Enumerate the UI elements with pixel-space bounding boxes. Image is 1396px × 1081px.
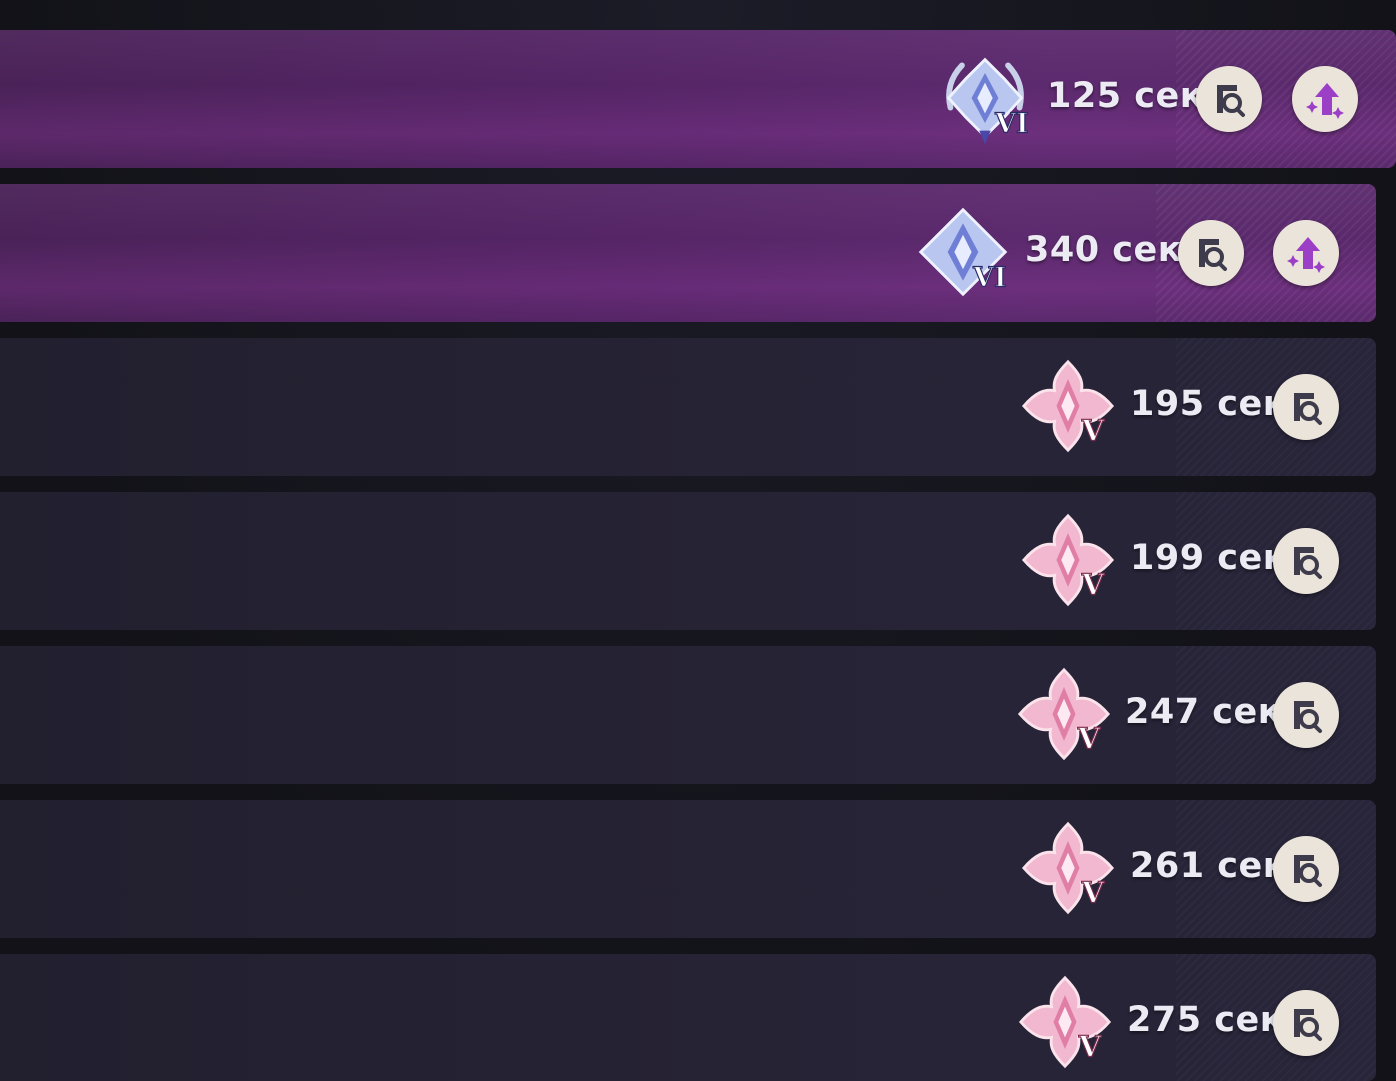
upgrade-button[interactable]: [1273, 220, 1339, 286]
silver-medal-icon: VI: [915, 204, 1011, 300]
tier-label: VI: [972, 263, 1006, 294]
record-row[interactable]: V 275 сек.: [0, 954, 1376, 1081]
tier-label: V: [1077, 722, 1101, 756]
record-row[interactable]: V 195 сек.: [0, 338, 1376, 476]
upgrade-button[interactable]: [1292, 66, 1358, 132]
view-details-button[interactable]: [1178, 220, 1244, 286]
view-details-button[interactable]: [1273, 374, 1339, 440]
pink-flower-medal-icon: V: [1020, 358, 1116, 454]
upgrade-arrow-icon: [1306, 83, 1344, 119]
record-row[interactable]: VI 125 сек.: [0, 30, 1396, 168]
pink-flower-medal-icon: V: [1020, 820, 1116, 916]
tier-label: V: [1081, 876, 1105, 910]
pink-flower-medal-icon: V: [1020, 512, 1116, 608]
tier-label: V: [1081, 568, 1105, 602]
view-details-icon: [1199, 239, 1227, 271]
view-details-button[interactable]: [1273, 990, 1339, 1056]
view-details-icon: [1294, 547, 1322, 579]
record-row[interactable]: V 247 сек.: [0, 646, 1376, 784]
silver-laurel-medal-icon: VI: [937, 50, 1033, 146]
completion-time: 340 сек.: [1025, 230, 1196, 270]
view-details-icon: [1217, 85, 1245, 117]
view-details-icon: [1294, 1009, 1322, 1041]
view-details-icon: [1294, 701, 1322, 733]
view-details-button[interactable]: [1273, 836, 1339, 902]
record-row[interactable]: V 199 сек.: [0, 492, 1376, 630]
record-row[interactable]: V 261 сек.: [0, 800, 1376, 938]
view-details-button[interactable]: [1273, 528, 1339, 594]
record-row[interactable]: VI 340 сек.: [0, 184, 1376, 322]
view-details-icon: [1294, 393, 1322, 425]
completion-time: 125 сек.: [1047, 76, 1218, 116]
view-details-icon: [1294, 855, 1322, 887]
tier-label: V: [1078, 1030, 1102, 1064]
pink-flower-medal-icon: V: [1017, 974, 1113, 1070]
completion-time: 247 сек.: [1125, 692, 1296, 732]
view-details-button[interactable]: [1196, 66, 1262, 132]
upgrade-arrow-icon: [1287, 237, 1325, 273]
records-list: VI 125 сек. VI 340 сек. V 195 сек. V 199…: [0, 0, 1396, 1081]
pink-flower-medal-icon: V: [1016, 666, 1112, 762]
tier-label: V: [1081, 414, 1105, 448]
view-details-button[interactable]: [1273, 682, 1339, 748]
tier-label: VI: [994, 109, 1028, 140]
